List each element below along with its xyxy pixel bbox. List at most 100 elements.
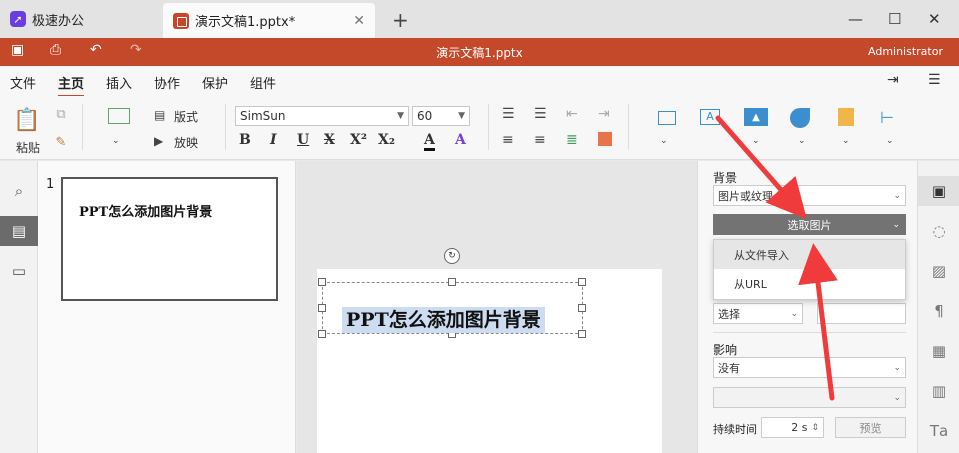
align-icon[interactable]: ≡ [502,132,514,148]
chevron-down-icon[interactable]: ⌄ [752,136,760,146]
decrease-indent-icon[interactable]: ⇤ [566,106,578,122]
bold-button[interactable]: B [239,132,251,148]
shape-settings-icon[interactable]: ◌ [918,216,959,246]
chevron-down-icon[interactable]: ⌄ [798,136,806,146]
slideshow-icon[interactable]: ▶ [154,134,163,148]
menu-item-from-file[interactable]: 从文件导入 [714,240,905,269]
subscript-button[interactable]: X₂ [378,132,395,148]
insert-slide-icon[interactable] [658,111,676,125]
insert-textbox-icon[interactable]: A [700,109,720,125]
fill-type-value: 图片或纹理 [718,189,773,203]
close-tab-icon[interactable]: ✕ [353,13,365,29]
add-slide-icon[interactable] [108,108,130,124]
underline-button[interactable]: U [297,132,309,148]
numbered-list-icon[interactable]: ☰ [534,106,547,122]
presentation-icon [173,12,189,29]
slide-title-text[interactable]: PPT怎么添加图片背景 [342,307,545,333]
menu-protect[interactable]: 保护 [202,73,228,92]
menu-home[interactable]: 主页 [58,73,85,97]
bullet-list-icon[interactable]: ☰ [502,106,515,122]
vertical-align-icon[interactable]: ≡ [534,132,546,148]
resize-handle[interactable] [318,278,326,286]
superscript-button[interactable]: X² [350,132,367,148]
slideshow-label[interactable]: 放映 [174,134,198,151]
close-window-button[interactable]: ✕ [928,10,941,28]
text-art-settings-icon[interactable]: Tа [918,416,959,446]
layout-icon[interactable]: ▤ [154,108,165,122]
insert-shape-icon[interactable] [790,108,810,128]
layout-label[interactable]: 版式 [174,108,198,125]
image-settings-icon[interactable]: ▨ [918,256,959,286]
italic-button[interactable]: I [270,132,277,148]
resize-handle[interactable] [318,304,326,312]
insert-image-icon[interactable]: ▲ [744,108,768,126]
highlight-button[interactable]: A [455,132,466,148]
stepper-icon[interactable]: ⇕ [811,423,819,433]
chevron-down-icon[interactable]: ⌄ [886,136,894,146]
tab-document-label: 演示文稿1.pptx* [195,15,296,30]
redo-icon[interactable]: ↷ [130,42,142,58]
print-icon[interactable]: ⎙ [50,42,61,58]
menu-insert[interactable]: 插入 [106,73,132,92]
copy-icon[interactable]: ⧉ [53,106,69,122]
left-rail: ⌕ ▤ ▭ [0,161,38,453]
select-image-button[interactable]: 选取图片 ⌄ [713,214,906,235]
line-spacing-icon[interactable]: ≣ [566,132,578,148]
increase-indent-icon[interactable]: ⇥ [598,106,610,122]
duration-input[interactable]: 2 s ⇕ [761,417,824,438]
hamburger-menu-icon[interactable]: ☰ [928,72,941,88]
effect-option-select[interactable]: ⌄ [713,387,906,408]
format-painter-icon[interactable]: ✎ [53,134,69,150]
fill-type-select[interactable]: 图片或纹理 ⌄ [713,185,906,206]
font-size-select[interactable]: 60 ▼ [412,106,470,126]
properties-panel: 背景 图片或纹理 ⌄ 选取图片 ⌄ 选择 ⌄ 影响 没有 ⌄ ⌄ 持续时间 2 s ⇕ 预… [697,161,917,453]
resize-handle[interactable] [578,304,586,312]
rotate-handle[interactable]: ↻ [444,248,460,264]
search-icon[interactable]: ⌕ [0,176,38,206]
chart-settings-icon[interactable]: ▥ [918,376,959,406]
resize-handle[interactable] [578,330,586,338]
open-location-icon[interactable]: ⇥ [887,72,899,88]
menu-file[interactable]: 文件 [10,73,36,92]
table-settings-icon[interactable]: ▦ [918,336,959,366]
slide-settings-icon[interactable]: ▣ [918,176,959,206]
paste-icon[interactable]: 📋 [12,106,42,134]
menu-bar: 文件 主页 插入 协作 保护 组件 ⇥ ☰ [0,66,959,97]
effect-label: 影响 [713,343,738,357]
comments-icon[interactable]: ▭ [0,256,38,286]
texture-preview[interactable] [817,303,906,324]
columns-icon[interactable] [598,132,612,146]
save-icon[interactable]: ▣ [11,42,24,58]
align-objects-icon[interactable]: ⊢ [880,108,894,127]
texture-select[interactable]: 选择 ⌄ [713,303,803,324]
strikethrough-button[interactable]: X [324,132,335,148]
effect-select[interactable]: 没有 ⌄ [713,357,906,378]
right-rail: ▣ ◌ ▨ ¶ ▦ ▥ Tа [917,161,959,453]
minimize-button[interactable]: — [848,10,863,28]
menu-item-from-url[interactable]: 从URL [714,269,905,298]
add-slide-caret[interactable]: ⌄ [112,136,120,146]
undo-icon[interactable]: ↶ [90,42,102,58]
chevron-down-icon[interactable]: ⌄ [842,136,850,146]
paragraph-settings-icon[interactable]: ¶ [918,296,959,326]
slide-panel: 1 PPT怎么添加图片背景 [38,161,296,453]
slides-panel-icon[interactable]: ▤ [0,216,38,246]
user-name: Administrator [868,45,943,58]
tab-home[interactable]: ➚ 极速办公 [0,0,160,38]
new-tab-button[interactable]: + [392,8,409,32]
preview-button[interactable]: 预览 [835,417,906,438]
chevron-down-icon[interactable]: ⌄ [660,136,668,146]
menu-collaborate[interactable]: 协作 [154,73,180,92]
maximize-button[interactable]: ☐ [888,10,901,28]
font-color-button[interactable]: A [424,132,435,151]
font-family-value: SimSun [240,109,286,123]
texture-select-value: 选择 [718,307,740,321]
menu-components[interactable]: 组件 [250,73,276,92]
font-family-select[interactable]: SimSun ▼ [235,106,409,126]
resize-handle[interactable] [578,278,586,286]
resize-handle[interactable] [448,278,456,286]
arrange-icon[interactable] [838,108,854,126]
resize-handle[interactable] [318,330,326,338]
tab-document[interactable]: 演示文稿1.pptx* ✕ [163,3,375,38]
slide-thumbnail[interactable]: PPT怎么添加图片背景 [61,177,278,301]
